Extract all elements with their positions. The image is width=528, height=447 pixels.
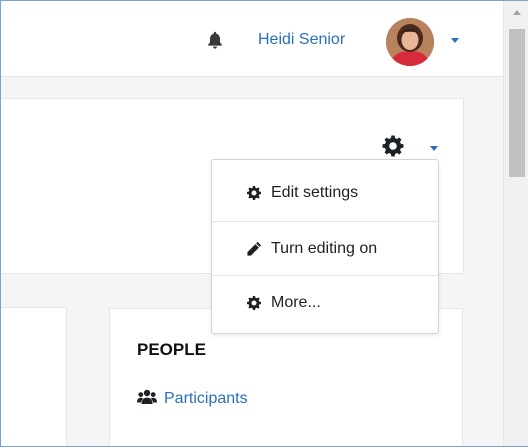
vertical-scrollbar[interactable] bbox=[503, 1, 528, 446]
bell-icon[interactable] bbox=[207, 31, 223, 49]
people-block-title: PEOPLE bbox=[137, 340, 206, 359]
scrollbar-thumb[interactable] bbox=[509, 29, 525, 177]
menu-item-more[interactable]: More... bbox=[212, 275, 438, 329]
browser-frame: Heidi Senior PEOPLE Participants Edit se… bbox=[0, 0, 528, 447]
menu-item-edit-settings[interactable]: Edit settings bbox=[212, 166, 438, 220]
participants-link[interactable]: Participants bbox=[137, 389, 248, 409]
menu-item-label: More... bbox=[271, 293, 321, 311]
gear-icon bbox=[246, 185, 262, 201]
menu-item-label: Edit settings bbox=[271, 184, 359, 201]
user-menu-caret[interactable] bbox=[451, 38, 459, 43]
scroll-up-arrow-icon[interactable] bbox=[513, 10, 521, 15]
gear-icon bbox=[246, 295, 262, 311]
user-avatar[interactable] bbox=[386, 18, 434, 66]
gear-icon bbox=[381, 134, 405, 158]
top-navbar: Heidi Senior bbox=[1, 1, 503, 77]
main-content-card bbox=[1, 307, 67, 446]
pencil-icon bbox=[246, 241, 262, 257]
participants-link-label: Participants bbox=[164, 390, 248, 407]
menu-item-turn-editing-on[interactable]: Turn editing on bbox=[212, 221, 438, 275]
settings-dropdown-menu: Edit settings Turn editing on More... bbox=[211, 159, 439, 334]
menu-item-label: Turn editing on bbox=[271, 239, 378, 257]
users-icon bbox=[137, 389, 157, 410]
user-name-link[interactable]: Heidi Senior bbox=[258, 31, 345, 49]
settings-menu-toggle[interactable] bbox=[381, 134, 441, 162]
chevron-down-icon bbox=[430, 146, 438, 151]
